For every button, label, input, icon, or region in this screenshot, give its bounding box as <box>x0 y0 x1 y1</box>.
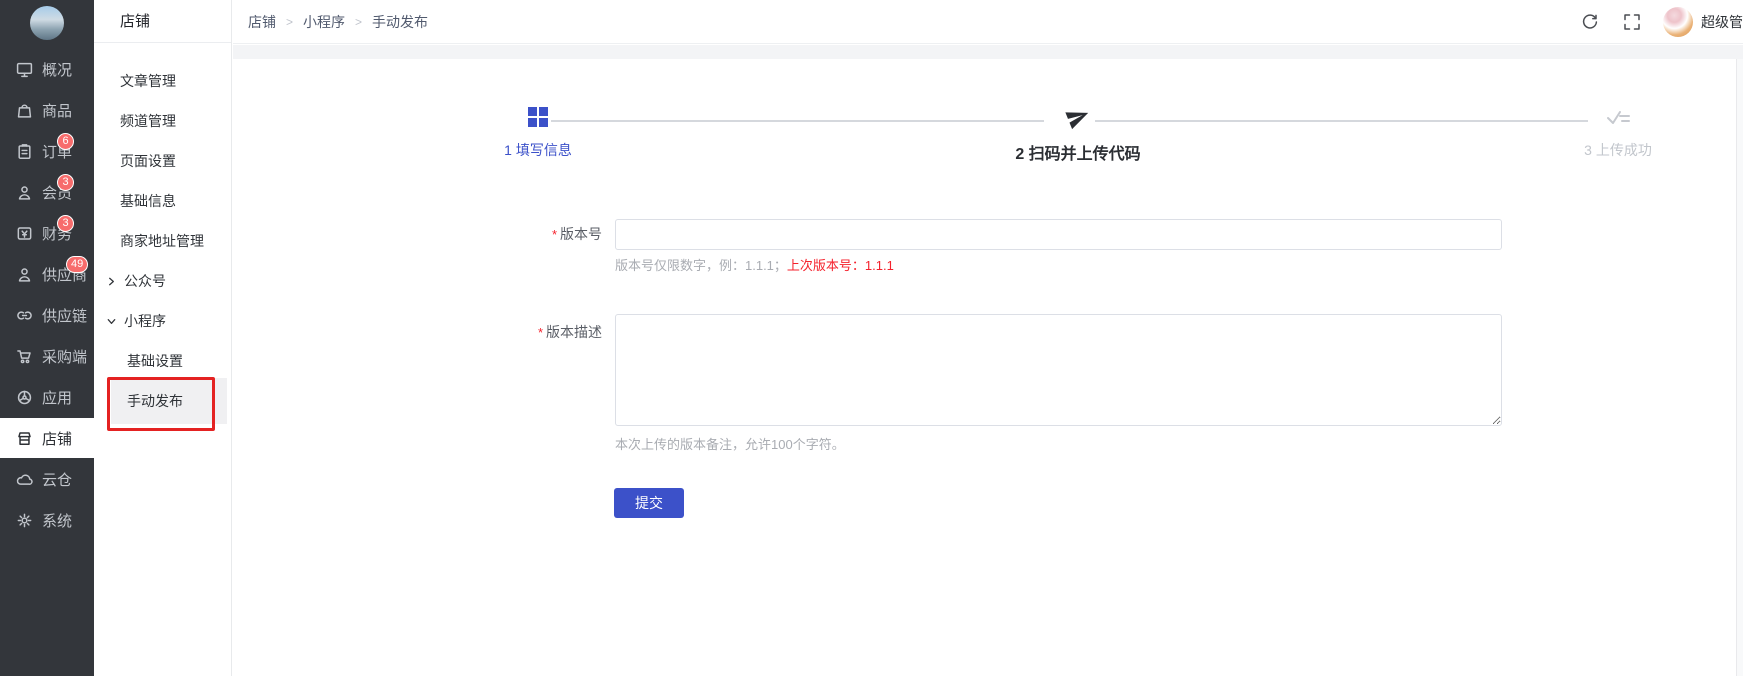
user-avatar[interactable] <box>1663 7 1693 37</box>
admin-page: 概况 商品 订单 6 会员 3 财务 3 供应商 49 供应链 <box>0 0 1743 676</box>
top-header: 店铺 > 小程序 > 手动发布 超级管 <box>233 0 1743 44</box>
step-label: 1 填写信息 <box>408 140 668 160</box>
sidebar-item-goods[interactable]: 商品 <box>0 90 94 130</box>
order-clipboard-icon <box>16 143 33 160</box>
monitor-icon <box>16 61 33 78</box>
required-asterisk: * <box>552 227 557 242</box>
main-sidebar: 概况 商品 订单 6 会员 3 财务 3 供应商 49 供应链 <box>0 0 94 676</box>
sidebar-item-supplier[interactable]: 供应商 49 <box>0 254 94 294</box>
sidebar-item-label: 云仓 <box>42 469 72 490</box>
submenu-item-manual-publish[interactable]: 手动发布 <box>94 381 231 421</box>
members-badge: 3 <box>57 174 74 191</box>
orders-badge: 6 <box>57 133 74 150</box>
submenu-list: 文章管理 频道管理 页面设置 基础信息 商家地址管理 公众号 小程序 基础设置 … <box>94 43 231 421</box>
apps-icon <box>16 389 33 406</box>
finance-icon <box>16 225 33 242</box>
breadcrumb-item-mini-program[interactable]: 小程序 <box>303 12 345 32</box>
app-logo-avatar[interactable] <box>30 6 64 40</box>
chevron-down-icon <box>106 316 117 327</box>
submenu-title: 店铺 <box>94 0 231 43</box>
sidebar-item-label: 系统 <box>42 510 72 531</box>
sidebar-item-cloud-warehouse[interactable]: 云仓 <box>0 459 94 499</box>
header-actions: 超级管 <box>1581 7 1743 37</box>
step-1-fill-info: 1 填写信息 <box>408 103 668 160</box>
breadcrumb-item-manual-publish: 手动发布 <box>372 12 428 32</box>
supplier-icon <box>16 266 33 283</box>
member-icon <box>16 184 33 201</box>
step-label: 3 上传成功 <box>1488 140 1743 160</box>
required-asterisk: * <box>538 325 543 340</box>
sidebar-item-label: 商品 <box>42 100 72 121</box>
grid-icon <box>408 103 668 131</box>
sidebar-item-label: 店铺 <box>42 428 72 449</box>
chevron-right-icon <box>106 276 117 287</box>
paper-plane-icon <box>948 103 1208 131</box>
main-content: 1 填写信息 2 扫码并上传代码 3 上传成功 *版本号 版本号仅限数字，例：1… <box>233 59 1743 676</box>
submenu-item-page-settings[interactable]: 页面设置 <box>94 141 231 181</box>
supply-chain-icon <box>16 307 33 324</box>
bag-icon <box>16 102 33 119</box>
sidebar-item-apps[interactable]: 应用 <box>0 377 94 417</box>
version-label: *版本号 <box>233 219 602 250</box>
cloud-icon <box>16 471 33 488</box>
sidebar-item-label: 概况 <box>42 59 72 80</box>
content-gap <box>233 45 1743 59</box>
sidebar-item-label: 应用 <box>42 387 72 408</box>
submenu-sidebar: 店铺 文章管理 频道管理 页面设置 基础信息 商家地址管理 公众号 小程序 基础… <box>94 0 232 676</box>
step-label: 2 扫码并上传代码 <box>948 140 1208 164</box>
submenu-item-channel-management[interactable]: 频道管理 <box>94 101 231 141</box>
sidebar-item-overview[interactable]: 概况 <box>0 49 94 89</box>
version-hint: 版本号仅限数字，例：1.1.1；上次版本号：1.1.1 <box>615 255 894 274</box>
submenu-item-basic-settings[interactable]: 基础设置 <box>94 341 231 381</box>
scrollbar-track[interactable] <box>1736 59 1743 676</box>
description-hint: 本次上传的版本备注，允许100个字符。 <box>615 434 845 453</box>
fullscreen-icon[interactable] <box>1623 13 1641 31</box>
submenu-item-official-account[interactable]: 公众号 <box>94 261 231 301</box>
breadcrumb-separator: > <box>286 15 293 29</box>
submenu-item-merchant-address[interactable]: 商家地址管理 <box>94 221 231 261</box>
refresh-icon[interactable] <box>1581 13 1599 31</box>
user-name[interactable]: 超级管 <box>1701 12 1743 32</box>
submenu-item-basic-info[interactable]: 基础信息 <box>94 181 231 221</box>
submit-button[interactable]: 提交 <box>614 488 684 518</box>
breadcrumb-separator: > <box>355 15 362 29</box>
checklist-icon <box>1488 103 1743 131</box>
gear-icon <box>16 512 33 529</box>
description-label: *版本描述 <box>233 322 602 343</box>
app-logo-wrap <box>0 0 94 48</box>
description-textarea[interactable] <box>615 314 1502 426</box>
sidebar-item-supply-chain[interactable]: 供应链 <box>0 295 94 335</box>
shop-icon <box>16 430 33 447</box>
sidebar-item-purchase[interactable]: 采购端 <box>0 336 94 376</box>
breadcrumb-item-shop[interactable]: 店铺 <box>248 12 276 32</box>
sidebar-item-finance[interactable]: 财务 3 <box>0 213 94 253</box>
breadcrumb: 店铺 > 小程序 > 手动发布 <box>248 12 428 32</box>
submenu-item-mini-program[interactable]: 小程序 <box>94 301 231 341</box>
sidebar-item-system[interactable]: 系统 <box>0 500 94 540</box>
finance-badge: 3 <box>57 215 74 232</box>
sidebar-item-members[interactable]: 会员 3 <box>0 172 94 212</box>
version-input[interactable] <box>615 219 1502 250</box>
submenu-item-article-management[interactable]: 文章管理 <box>94 61 231 101</box>
sidebar-item-shop[interactable]: 店铺 <box>0 418 94 458</box>
sidebar-item-orders[interactable]: 订单 6 <box>0 131 94 171</box>
last-version-hint: 上次版本号：1.1.1 <box>787 258 894 273</box>
purchase-cart-icon <box>16 348 33 365</box>
sidebar-item-label: 采购端 <box>42 346 87 367</box>
step-3-upload-success: 3 上传成功 <box>1488 103 1743 160</box>
sidebar-item-label: 供应链 <box>42 305 87 326</box>
step-2-scan-upload: 2 扫码并上传代码 <box>948 103 1208 164</box>
supplier-badge: 49 <box>66 256 88 273</box>
